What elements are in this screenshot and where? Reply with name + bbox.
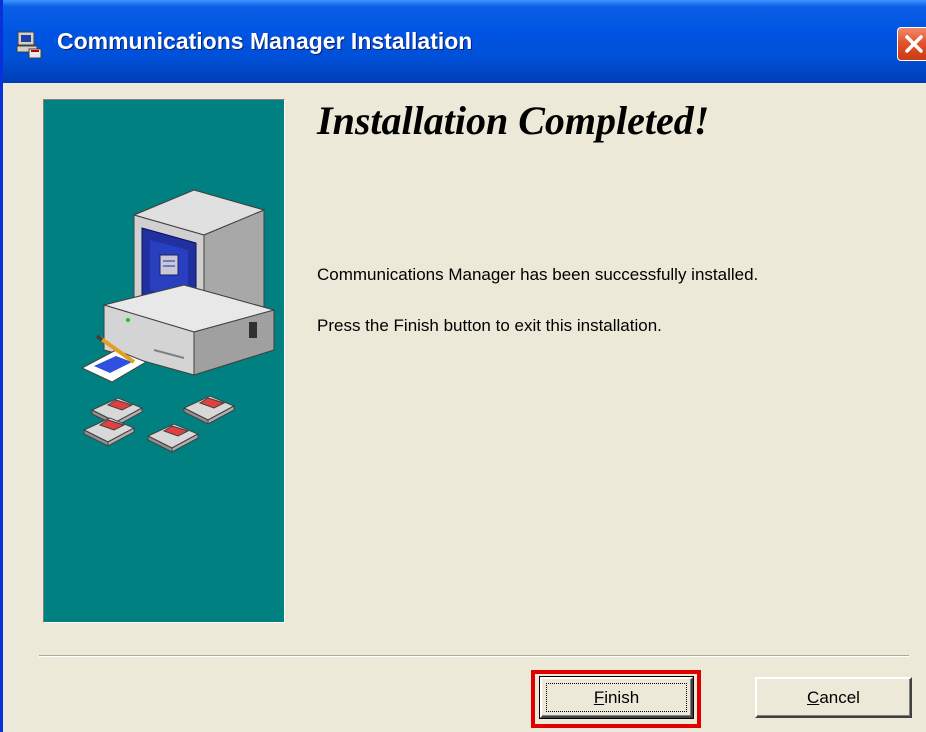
- installer-window: Communications Manager Installation Inst…: [0, 0, 926, 732]
- cancel-button-label: Cancel: [807, 688, 860, 708]
- cancel-mnemonic: C: [807, 687, 820, 707]
- finish-button[interactable]: Finish: [539, 676, 694, 719]
- side-illustration-panel: [43, 99, 285, 623]
- title-bar[interactable]: Communications Manager Installation: [3, 0, 926, 83]
- setup-computer-icon: [15, 30, 45, 60]
- finish-label-rest: inish: [604, 687, 640, 707]
- finish-button-label: Finish: [594, 688, 639, 708]
- cancel-button[interactable]: Cancel: [755, 677, 912, 718]
- cancel-label-rest: ancel: [819, 687, 860, 707]
- completion-heading: Installation Completed!: [317, 98, 710, 143]
- computer-setup-illustration-icon: [80, 189, 276, 453]
- finish-mnemonic: F: [593, 687, 605, 707]
- close-button[interactable]: [897, 27, 926, 61]
- success-message: Communications Manager has been successf…: [317, 265, 759, 284]
- instruction-message: Press the Finish button to exit this ins…: [317, 316, 662, 335]
- footer-divider: [39, 655, 909, 657]
- window-title: Communications Manager Installation: [57, 28, 473, 54]
